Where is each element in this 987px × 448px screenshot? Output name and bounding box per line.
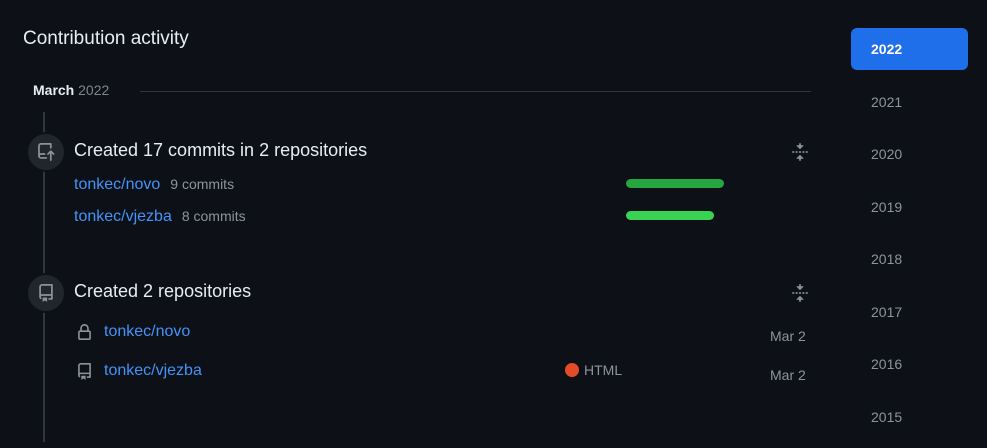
month-divider [140,91,811,92]
created-date: Mar 2 [770,367,806,383]
commit-count[interactable]: 8 commits [182,208,246,224]
year-link[interactable]: 2019 [851,186,968,228]
year-link[interactable]: 2015 [851,396,968,438]
year-link[interactable]: 2016 [851,343,968,385]
year-link[interactable]: 2021 [851,81,968,123]
repo-icon [78,362,91,380]
month-name: March [33,82,75,98]
commit-count[interactable]: 9 commits [170,176,234,192]
lock-icon [78,323,91,340]
commits-heading: Created 17 commits in 2 repositories [74,140,368,160]
month-year: 2022 [78,82,110,98]
created-repo-link[interactable]: tonkec/vjezba [104,362,202,380]
commit-repo-link[interactable]: tonkec/vjezba [74,208,172,226]
commit-repo-link[interactable]: tonkec/novo [74,176,160,194]
year-link[interactable]: 2022 [851,28,968,70]
page-title: Contribution activity [23,28,189,49]
month-heading: March 2022 [33,82,109,98]
fold-icon[interactable] [791,284,809,302]
created-heading: Created 2 repositories [74,281,252,301]
created-repo-link[interactable]: tonkec/novo [104,323,190,341]
year-list: 2022 2021 2020 2019 2018 2017 2016 2015 [851,28,968,448]
created-repo-row: tonkec/vjezba [76,362,202,380]
commit-repo-row: tonkec/vjezba 8 commits [74,208,246,226]
created-repo-row: tonkec/novo [76,323,190,341]
language-color-dot [565,363,579,377]
commit-share-bar [626,211,714,220]
language-label: HTML [565,362,622,378]
repo-push-icon [26,132,66,172]
commit-share-bar [626,179,724,188]
language-name: HTML [584,362,623,378]
repo-icon [26,273,66,313]
year-link[interactable]: 2017 [851,291,968,333]
created-date: Mar 2 [770,328,806,344]
year-link[interactable]: 2018 [851,238,968,280]
commit-repo-row: tonkec/novo 9 commits [74,176,234,194]
year-link[interactable]: 2020 [851,133,968,175]
fold-icon[interactable] [791,143,809,161]
